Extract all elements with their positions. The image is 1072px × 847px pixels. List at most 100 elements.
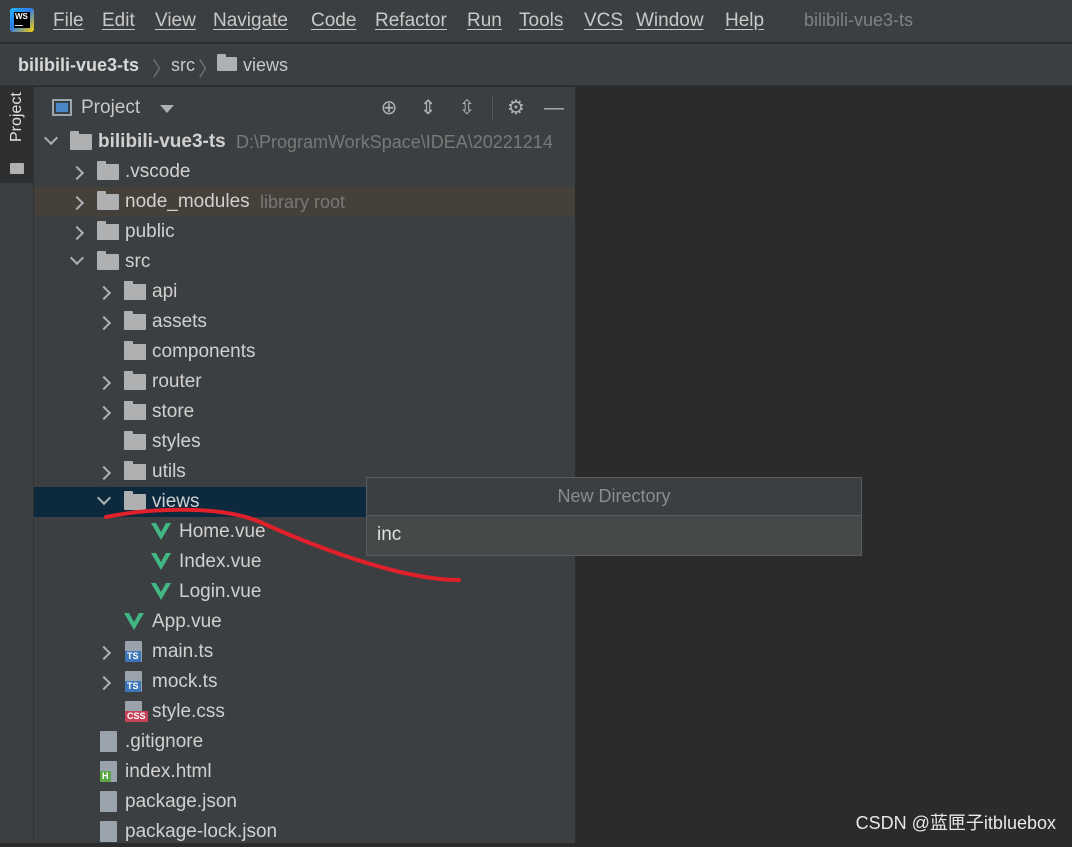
folder-icon — [10, 163, 24, 174]
menu-code[interactable]: Code — [311, 10, 356, 32]
tree-row-node-modules[interactable]: node_modules library root — [34, 187, 575, 217]
ts-badge: TS — [125, 651, 141, 662]
css-file-icon: CSS — [125, 701, 148, 722]
vue-file-icon — [151, 553, 171, 570]
folder-icon — [70, 131, 92, 150]
csdn-watermark: CSDN @蓝匣子itbluebox — [855, 813, 1056, 833]
tree-item-label: App.vue — [152, 611, 222, 632]
tree-row-store[interactable]: store — [34, 397, 575, 427]
tree-item-path: D:\ProgramWorkSpace\IDEA\20221214 — [236, 132, 553, 152]
folder-icon — [124, 461, 146, 480]
tree-row-root[interactable]: bilibili-vue3-ts D:\ProgramWorkSpace\IDE… — [34, 127, 575, 157]
menu-file[interactable]: File — [53, 10, 84, 32]
tree-row-mock-ts[interactable]: TS mock.ts — [34, 667, 575, 697]
tree-item-label: Login.vue — [179, 581, 262, 602]
folder-icon — [124, 281, 146, 300]
folder-icon — [97, 221, 119, 240]
tree-item-label: styles — [152, 431, 201, 452]
tree-item-label: mock.ts — [152, 671, 218, 692]
tree-item-label: components — [152, 341, 256, 362]
tree-item-label: store — [152, 401, 195, 422]
html-badge: H — [100, 771, 111, 782]
tree-item-label: public — [125, 221, 175, 242]
window-title: bilibili-vue3-ts — [804, 10, 914, 30]
tree-row-assets[interactable]: assets — [34, 307, 575, 337]
tree-item-label: api — [152, 281, 178, 302]
tree-item-label: style.css — [152, 701, 225, 722]
menu-window[interactable]: Window — [636, 10, 704, 32]
tree-row-public[interactable]: public — [34, 217, 575, 247]
breadcrumb: bilibili-vue3-ts 〉 src 〉 views — [0, 43, 1072, 86]
tree-item-label: views — [152, 491, 200, 512]
vue-file-icon — [124, 613, 144, 630]
tree-item-label: Index.vue — [179, 551, 262, 572]
locate-icon[interactable]: ⊕ — [377, 96, 401, 120]
css-badge: CSS — [125, 711, 148, 722]
tree-row-package-json[interactable]: package.json — [34, 787, 575, 817]
html-file-icon: H — [100, 761, 117, 782]
tree-item-label: index.html — [125, 761, 212, 782]
tree-item-label: package.json — [125, 791, 237, 812]
expand-all-icon[interactable]: ⇕ — [416, 96, 440, 120]
tree-row-index-html[interactable]: H index.html — [34, 757, 575, 787]
menu-refactor[interactable]: Refactor — [375, 10, 447, 32]
breadcrumb-views[interactable]: views — [243, 55, 288, 76]
vue-file-icon — [151, 523, 171, 540]
tree-row-style-css[interactable]: CSS style.css — [34, 697, 575, 727]
tree-item-label: utils — [152, 461, 186, 482]
tree-item-label: package-lock.json — [125, 821, 278, 842]
folder-icon — [97, 191, 119, 210]
json-file-icon — [100, 821, 117, 842]
tool-window-stripe: Project — [0, 87, 34, 843]
tree-row-api[interactable]: api — [34, 277, 575, 307]
folder-icon — [97, 161, 119, 180]
ignore-file-icon — [100, 731, 117, 752]
project-panel-header: Project ⊕ ⇕ ⇳ ⚙ — — [34, 87, 575, 129]
tree-row-styles[interactable]: styles — [34, 427, 575, 457]
tree-item-label: assets — [152, 311, 207, 332]
breadcrumb-separator-icon: 〉 — [198, 59, 218, 81]
editor-area — [576, 87, 1072, 843]
gear-icon[interactable]: ⚙ — [504, 96, 528, 120]
menu-view[interactable]: View — [155, 10, 196, 32]
tree-item-label: .gitignore — [125, 731, 204, 752]
breadcrumb-project[interactable]: bilibili-vue3-ts — [18, 55, 139, 76]
tree-item-label: Home.vue — [179, 521, 266, 542]
menu-bar: WS — File Edit View Navigate Code Refacto… — [0, 0, 1072, 42]
tree-row-gitignore[interactable]: .gitignore — [34, 727, 575, 757]
project-tool-tab[interactable]: Project — [0, 87, 33, 183]
folder-icon — [217, 54, 237, 71]
menu-edit[interactable]: Edit — [102, 10, 135, 32]
menu-run[interactable]: Run — [467, 10, 502, 32]
menu-vcs[interactable]: VCS — [584, 10, 623, 32]
tree-row-src[interactable]: src — [34, 247, 575, 277]
json-file-icon — [100, 791, 117, 812]
directory-name-input[interactable]: inc — [367, 515, 861, 555]
folder-icon — [97, 251, 119, 270]
minimize-icon[interactable]: — — [542, 96, 566, 120]
breadcrumb-separator-icon: 〉 — [152, 59, 172, 81]
tree-row-components[interactable]: components — [34, 337, 575, 367]
folder-icon — [124, 341, 146, 360]
vue-file-icon — [151, 583, 171, 600]
tree-row-login-vue[interactable]: Login.vue — [34, 577, 575, 607]
tree-row-vscode[interactable]: .vscode — [34, 157, 575, 187]
breadcrumb-src[interactable]: src — [171, 55, 195, 76]
chevron-down-icon[interactable] — [160, 105, 174, 113]
folder-icon — [124, 311, 146, 330]
library-root-hint: library root — [260, 192, 346, 212]
tree-row-router[interactable]: router — [34, 367, 575, 397]
menu-tools[interactable]: Tools — [519, 10, 563, 32]
tree-item-label: bilibili-vue3-ts — [98, 131, 226, 152]
menu-help[interactable]: Help — [725, 10, 764, 32]
collapse-all-icon[interactable]: ⇳ — [455, 96, 479, 120]
tree-row-app-vue[interactable]: App.vue — [34, 607, 575, 637]
project-view-selector[interactable]: Project — [81, 97, 140, 119]
project-panel: Project ⊕ ⇕ ⇳ ⚙ — bilibili-vue3-ts D:\Pr… — [34, 87, 575, 843]
ts-badge: TS — [125, 681, 141, 692]
menu-navigate[interactable]: Navigate — [213, 10, 288, 32]
tree-item-label: .vscode — [125, 161, 191, 182]
typescript-file-icon: TS — [125, 671, 142, 692]
tree-row-main-ts[interactable]: TS main.ts — [34, 637, 575, 667]
tree-item-label: main.ts — [152, 641, 214, 662]
